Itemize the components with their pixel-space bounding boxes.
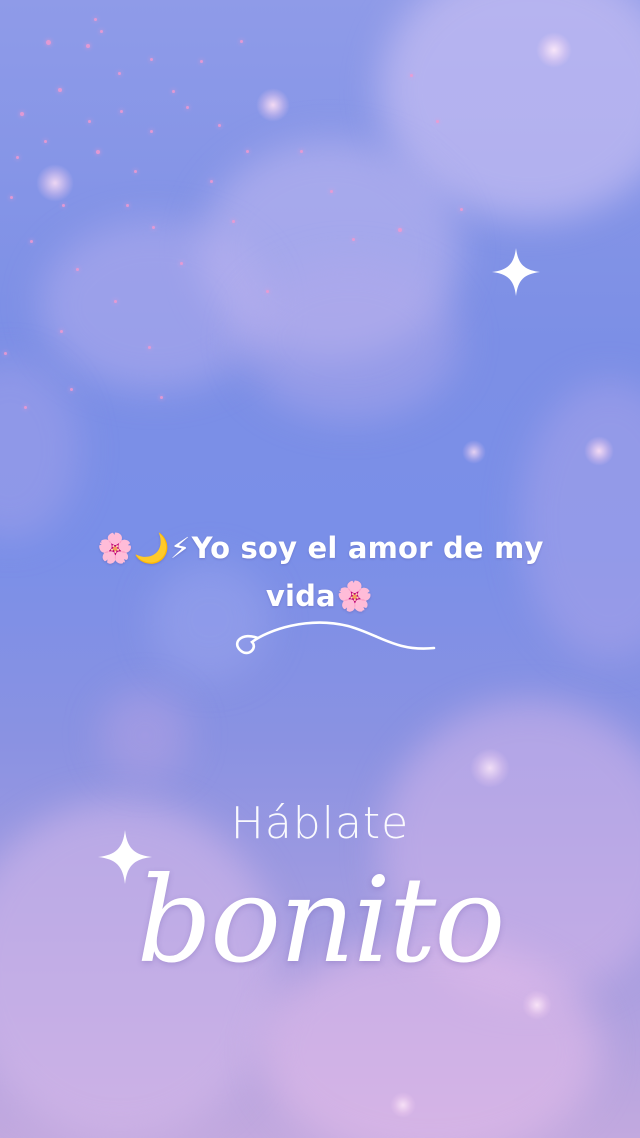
glitter-dot — [460, 208, 463, 211]
bokeh-orb — [522, 990, 552, 1020]
caption-line-2: vida — [265, 579, 336, 613]
glitter-dot — [246, 150, 249, 153]
glitter-dot — [150, 58, 153, 61]
glitter-dot — [4, 352, 7, 355]
glitter-dot — [60, 330, 63, 333]
glitter-dot — [62, 204, 65, 207]
glitter-dot — [218, 124, 221, 127]
glitter-dot — [20, 112, 24, 116]
glitter-dot — [330, 190, 333, 193]
caption-emojis: 🌸🌙⚡ — [97, 531, 191, 565]
swirl-divider-icon — [235, 621, 436, 655]
glitter-dot — [16, 156, 19, 159]
glitter-dot — [94, 18, 97, 21]
glitter-dot — [100, 30, 103, 33]
glitter-dot — [10, 196, 13, 199]
glitter-dot — [96, 150, 100, 154]
glitter-dot — [76, 268, 79, 271]
cloud-glow — [100, 690, 190, 780]
glitter-dot — [148, 346, 151, 349]
glitter-dot — [118, 72, 121, 75]
title-bonito: bonito — [136, 851, 506, 989]
glitter-dot — [150, 130, 153, 133]
glitter-dot — [172, 90, 175, 93]
title-hablate: Háblate — [230, 798, 410, 849]
glitter-dot — [240, 40, 243, 43]
glitter-dot — [44, 140, 47, 143]
glitter-dot — [134, 170, 137, 173]
glitter-dot — [70, 388, 73, 391]
glitter-dot — [30, 240, 33, 243]
glitter-dot — [210, 180, 213, 183]
caption-line-1: Yo soy el amor de my — [191, 531, 544, 565]
glitter-dot — [86, 44, 90, 48]
glitter-dot — [410, 74, 413, 77]
glitter-dot — [58, 88, 62, 92]
glitter-dot — [436, 120, 439, 123]
glitter-dot — [186, 106, 189, 109]
bokeh-orb — [390, 1092, 416, 1118]
glitter-dot — [398, 228, 402, 232]
glitter-dot — [88, 120, 91, 123]
glitter-dot — [200, 60, 203, 63]
glitter-dot — [46, 40, 51, 45]
glitter-dot — [160, 396, 163, 399]
glitter-layer — [0, 0, 640, 480]
glitter-dot — [300, 150, 303, 153]
glitter-dot — [24, 406, 27, 409]
glitter-dot — [114, 300, 117, 303]
bokeh-orb — [470, 748, 510, 788]
glitter-dot — [120, 110, 123, 113]
glitter-dot — [232, 220, 235, 223]
caption-text: 🌸🌙⚡Yo soy el amor de my vida🌸 — [40, 524, 600, 620]
glitter-dot — [126, 204, 129, 207]
glitter-dot — [180, 262, 183, 265]
sparkle-star-icon — [492, 248, 540, 296]
glitter-dot — [266, 290, 269, 293]
glitter-dot — [152, 226, 155, 229]
glitter-dot — [352, 238, 355, 241]
